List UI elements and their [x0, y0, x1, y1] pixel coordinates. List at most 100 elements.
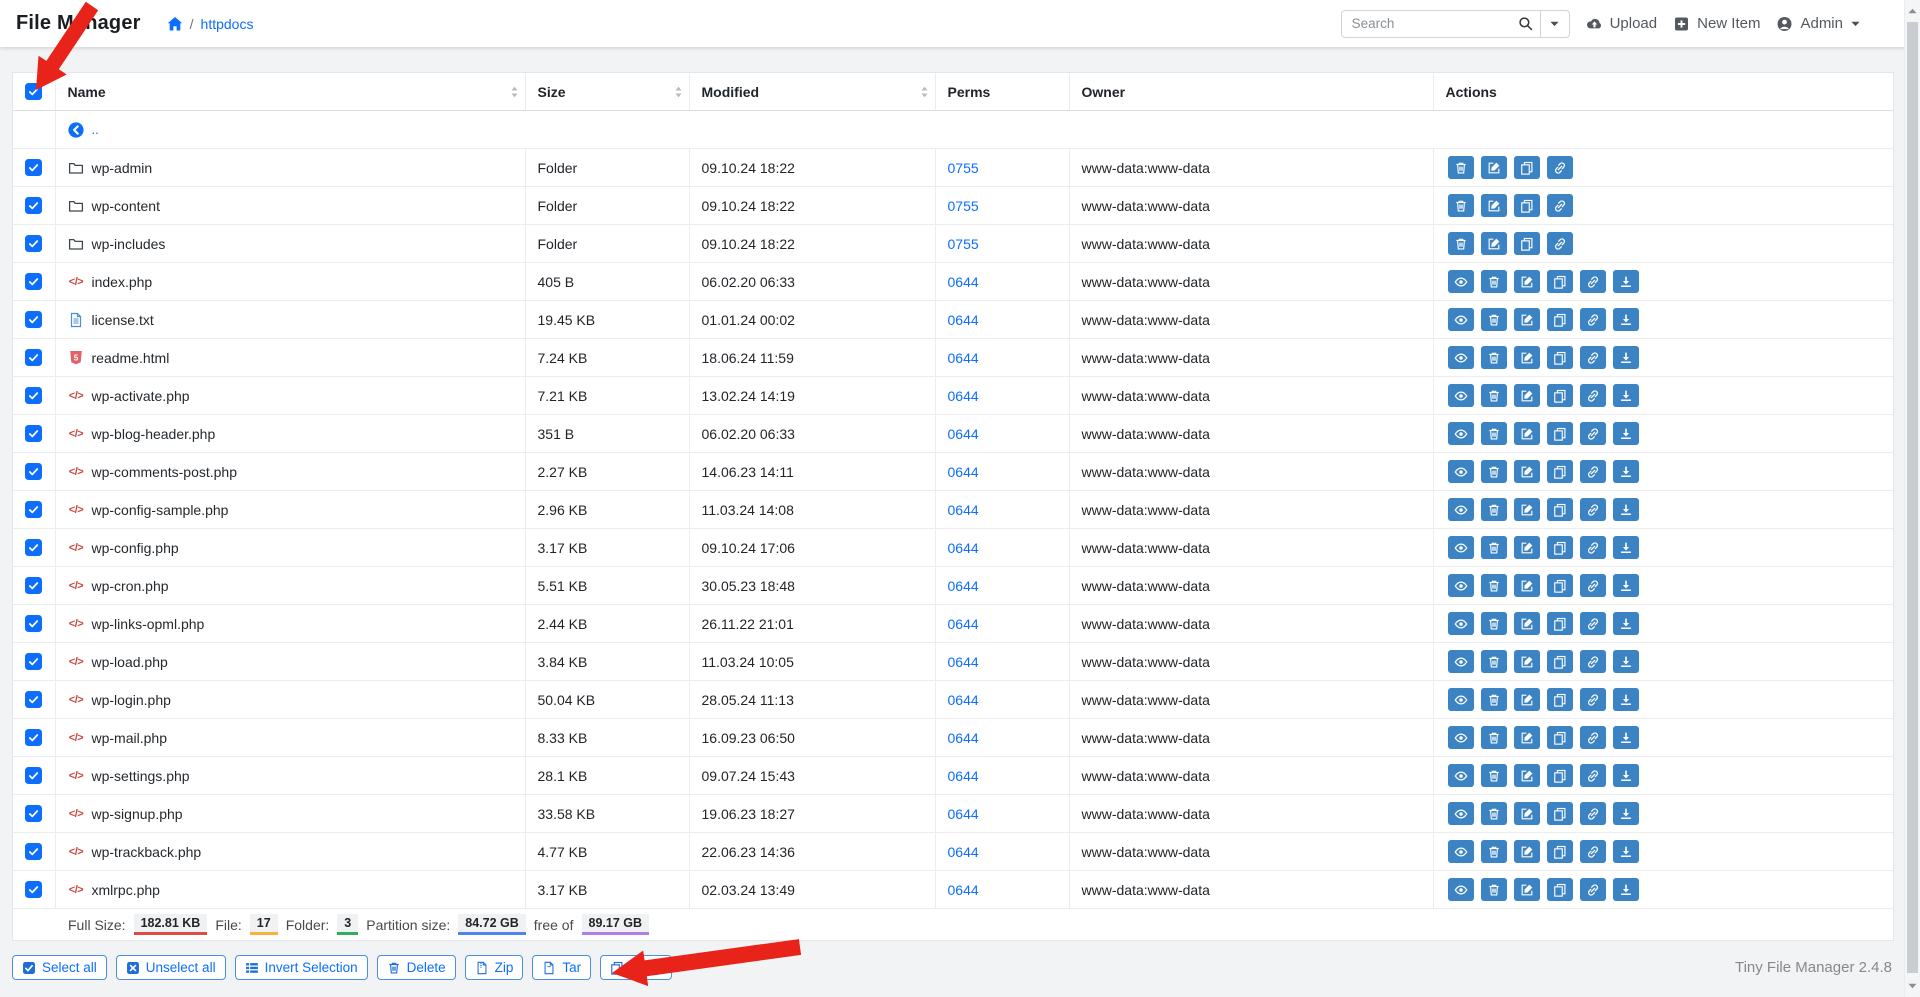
perms-link[interactable]: 0644 — [948, 692, 979, 708]
action-copy-button[interactable] — [1547, 498, 1573, 521]
vertical-scrollbar[interactable] — [1904, 0, 1920, 997]
action-download-button[interactable] — [1613, 270, 1639, 293]
file-name-link[interactable]: wp-trackback.php — [92, 844, 202, 860]
action-delete-button[interactable] — [1448, 194, 1474, 217]
file-name-link[interactable]: wp-content — [92, 198, 160, 214]
file-name-link[interactable]: wp-links-opml.php — [92, 616, 205, 632]
home-icon[interactable] — [167, 16, 183, 32]
action-link-button[interactable] — [1580, 574, 1606, 597]
action-view-button[interactable] — [1448, 764, 1474, 787]
perms-link[interactable]: 0644 — [948, 540, 979, 556]
perms-link[interactable]: 0644 — [948, 274, 979, 290]
action-delete-button[interactable] — [1481, 840, 1507, 863]
action-view-button[interactable] — [1448, 498, 1474, 521]
action-link-button[interactable] — [1580, 726, 1606, 749]
action-edit-button[interactable] — [1514, 650, 1540, 673]
file-name-link[interactable]: wp-mail.php — [92, 730, 167, 746]
action-copy-button[interactable] — [1547, 270, 1573, 293]
action-download-button[interactable] — [1613, 612, 1639, 635]
action-delete-button[interactable] — [1481, 460, 1507, 483]
action-view-button[interactable] — [1448, 612, 1474, 635]
action-edit-button[interactable] — [1514, 346, 1540, 369]
action-delete-button[interactable] — [1481, 878, 1507, 901]
action-edit-button[interactable] — [1514, 764, 1540, 787]
file-name-link[interactable]: wp-cron.php — [92, 578, 169, 594]
action-edit-button[interactable] — [1514, 460, 1540, 483]
action-delete-button[interactable] — [1481, 650, 1507, 673]
action-copy-button[interactable] — [1547, 308, 1573, 331]
action-edit-button[interactable] — [1514, 840, 1540, 863]
action-link-button[interactable] — [1547, 156, 1573, 179]
action-copy-button[interactable] — [1547, 346, 1573, 369]
column-header-size[interactable]: Size — [525, 73, 689, 111]
action-download-button[interactable] — [1613, 498, 1639, 521]
row-checkbox[interactable] — [25, 881, 42, 898]
row-checkbox[interactable] — [25, 501, 42, 518]
action-view-button[interactable] — [1448, 270, 1474, 293]
action-delete-button[interactable] — [1481, 308, 1507, 331]
row-checkbox[interactable] — [25, 273, 42, 290]
action-copy-button[interactable] — [1547, 574, 1573, 597]
action-link-button[interactable] — [1547, 194, 1573, 217]
perms-link[interactable]: 0644 — [948, 616, 979, 632]
action-delete-button[interactable] — [1481, 688, 1507, 711]
perms-link[interactable]: 0644 — [948, 882, 979, 898]
column-header-modified[interactable]: Modified — [689, 73, 935, 111]
perms-link[interactable]: 0644 — [948, 350, 979, 366]
perms-link[interactable]: 0644 — [948, 578, 979, 594]
action-view-button[interactable] — [1448, 308, 1474, 331]
action-edit-button[interactable] — [1514, 574, 1540, 597]
select-all-checkbox[interactable] — [25, 83, 42, 100]
row-checkbox[interactable] — [25, 539, 42, 556]
search-options-button[interactable] — [1540, 10, 1570, 38]
row-checkbox[interactable] — [25, 615, 42, 632]
row-checkbox[interactable] — [25, 729, 42, 746]
action-copy-button[interactable] — [1514, 232, 1540, 255]
file-name-link[interactable]: wp-activate.php — [92, 388, 190, 404]
action-edit-button[interactable] — [1514, 384, 1540, 407]
action-link-button[interactable] — [1580, 878, 1606, 901]
action-delete-button[interactable] — [1448, 156, 1474, 179]
file-name-link[interactable]: wp-admin — [92, 160, 153, 176]
action-link-button[interactable] — [1580, 384, 1606, 407]
row-checkbox[interactable] — [25, 311, 42, 328]
action-copy-button[interactable] — [1547, 726, 1573, 749]
action-delete-button[interactable] — [1481, 270, 1507, 293]
perms-link[interactable]: 0644 — [948, 730, 979, 746]
row-checkbox[interactable] — [25, 577, 42, 594]
action-download-button[interactable] — [1613, 650, 1639, 673]
action-copy-button[interactable] — [1547, 422, 1573, 445]
nav-new-item-button[interactable]: New Item — [1673, 15, 1760, 32]
action-link-button[interactable] — [1580, 498, 1606, 521]
sort-icon[interactable] — [674, 85, 683, 98]
action-copy-button[interactable] — [1547, 460, 1573, 483]
action-link-button[interactable] — [1580, 650, 1606, 673]
parent-dir-link[interactable]: .. — [92, 122, 99, 137]
action-delete-button[interactable] — [1481, 612, 1507, 635]
action-edit-button[interactable] — [1514, 422, 1540, 445]
action-view-button[interactable] — [1448, 536, 1474, 559]
action-delete-button[interactable] — [1481, 726, 1507, 749]
action-edit-button[interactable] — [1514, 878, 1540, 901]
search-input[interactable] — [1341, 10, 1541, 38]
action-edit-button[interactable] — [1514, 612, 1540, 635]
perms-link[interactable]: 0644 — [948, 654, 979, 670]
row-checkbox[interactable] — [25, 349, 42, 366]
action-view-button[interactable] — [1448, 840, 1474, 863]
action-link-button[interactable] — [1580, 612, 1606, 635]
action-delete-button[interactable] — [1481, 536, 1507, 559]
perms-link[interactable]: 0644 — [948, 312, 979, 328]
action-copy-button[interactable] — [1514, 194, 1540, 217]
action-copy-button[interactable] — [1547, 840, 1573, 863]
perms-link[interactable]: 0755 — [948, 198, 979, 214]
action-download-button[interactable] — [1613, 574, 1639, 597]
row-checkbox[interactable] — [25, 425, 42, 442]
action-copy-button[interactable] — [1547, 384, 1573, 407]
scrollbar-thumb[interactable] — [1907, 22, 1918, 973]
action-link-button[interactable] — [1580, 536, 1606, 559]
action-edit-button[interactable] — [1514, 498, 1540, 521]
action-link-button[interactable] — [1580, 840, 1606, 863]
perms-link[interactable]: 0644 — [948, 388, 979, 404]
action-download-button[interactable] — [1613, 460, 1639, 483]
row-checkbox[interactable] — [25, 653, 42, 670]
